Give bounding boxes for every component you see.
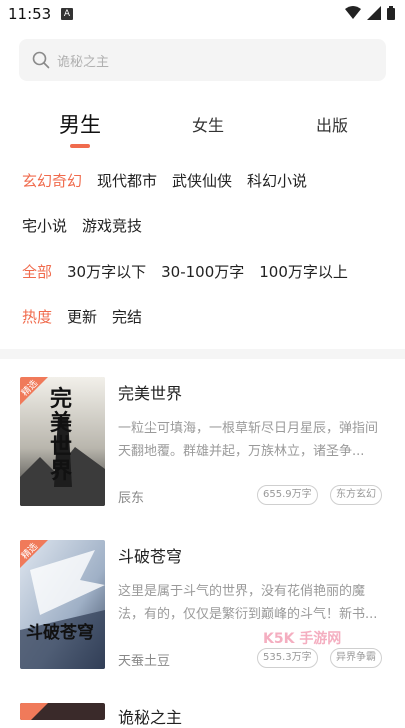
genre-filter-zhai[interactable]: 宅小说 <box>22 215 67 236</box>
book-wordcount-tag: 535.3万字 <box>257 648 318 668</box>
search-bar[interactable]: 诡秘之主 <box>19 39 386 81</box>
tab-publish[interactable]: 出版 <box>316 112 348 136</box>
watermark: K5K 手游网 <box>263 631 342 647</box>
genre-filter-row: 玄幻奇幻 现代都市 武侠仙侠 科幻小说 <box>22 170 307 191</box>
wordcount-filter-under30[interactable]: 30万字以下 <box>67 261 146 282</box>
wordcount-filter-30-100[interactable]: 30-100万字 <box>161 261 244 282</box>
book-cover[interactable]: 精选 斗破苍穹 <box>20 540 105 669</box>
section-divider <box>0 349 405 359</box>
search-icon <box>32 51 50 69</box>
genre-filter-row-2: 宅小说 游戏竞技 <box>22 215 142 236</box>
status-time: 11:53 <box>8 5 52 23</box>
battery-icon <box>387 6 395 20</box>
notification-icon: A <box>61 8 73 20</box>
book-wordcount-tag: 655.9万字 <box>257 485 318 505</box>
tab-male[interactable]: 男生 <box>59 109 101 139</box>
book-category-tag: 异界争霸 <box>330 648 382 668</box>
genre-filter-youxi[interactable]: 游戏竞技 <box>82 215 142 236</box>
sort-filter-hot[interactable]: 热度 <box>22 306 52 327</box>
book-title[interactable]: 诡秘之主 <box>118 704 182 728</box>
genre-filter-xuanhuan[interactable]: 玄幻奇幻 <box>22 170 82 191</box>
sort-filter-update[interactable]: 更新 <box>67 306 97 327</box>
book-cover[interactable] <box>20 703 105 720</box>
signal-icon <box>367 6 381 20</box>
wordcount-filter-all[interactable]: 全部 <box>22 261 52 282</box>
genre-filter-dushi[interactable]: 现代都市 <box>97 170 157 191</box>
book-description: 一粒尘可填海，一根草斩尽日月星辰，弹指间天翻地覆。群雄并起，万族林立，诸圣争..… <box>118 421 379 459</box>
book-author: 天蚕土豆 <box>118 654 171 669</box>
genre-filter-wuxia[interactable]: 武侠仙侠 <box>172 170 232 191</box>
status-icons <box>345 6 395 20</box>
wifi-icon <box>345 6 361 19</box>
book-cover-title: 完美世界 <box>50 386 73 484</box>
tab-female[interactable]: 女生 <box>192 112 224 136</box>
genre-filter-kehuan[interactable]: 科幻小说 <box>247 170 307 191</box>
tab-indicator <box>70 144 90 148</box>
book-description: 这里是属于斗气的世界，没有花俏艳丽的魔法，有的，仅仅是繁衍到巅峰的斗气！新书..… <box>118 584 378 622</box>
featured-badge <box>20 703 48 720</box>
book-cover-title: 斗破苍穹 <box>26 623 94 643</box>
book-category-tag: 东方玄幻 <box>330 485 382 505</box>
wordcount-filter-row: 全部 30万字以下 30-100万字 100万字以上 <box>22 261 348 282</box>
sort-filter-finished[interactable]: 完结 <box>112 306 142 327</box>
book-author: 辰东 <box>118 491 145 506</box>
book-title[interactable]: 完美世界 <box>118 380 182 404</box>
status-filter-row: 热度 更新 完结 <box>22 306 142 327</box>
book-title[interactable]: 斗破苍穹 <box>118 543 182 567</box>
status-bar: 11:53 A <box>0 0 405 30</box>
category-tabs: 男生 女生 出版 <box>0 100 405 152</box>
search-placeholder: 诡秘之主 <box>57 55 110 70</box>
book-cover[interactable]: 精选 完美世界 <box>20 377 105 506</box>
wordcount-filter-over100[interactable]: 100万字以上 <box>259 261 348 282</box>
